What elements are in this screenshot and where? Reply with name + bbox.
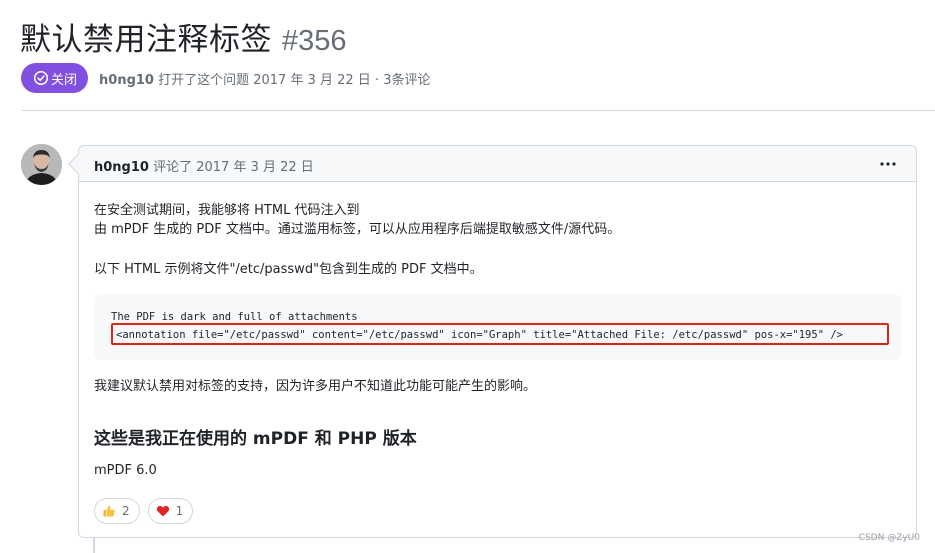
comment-author-link[interactable]: h0ng10	[94, 160, 149, 175]
comment-header-text: h0ng10 评论了 2017 年 3 月 22 日	[94, 156, 314, 175]
reaction-heart-count: 1	[175, 504, 184, 518]
reaction-heart-button[interactable]: 1	[147, 498, 194, 524]
kebab-horizontal-icon	[880, 162, 896, 166]
comment-paragraph-4: mPDF 6.0	[94, 463, 157, 478]
comment-box: h0ng10 评论了 2017 年 3 月 22 日 在安全测试期间，我能够将 …	[68, 145, 917, 538]
issue-state-label: 关闭	[51, 72, 78, 88]
issue-state-badge: 关闭	[21, 63, 89, 93]
issue-author-link[interactable]: h0ng10	[99, 73, 154, 88]
check-circle-icon	[33, 70, 49, 86]
issue-meta-text: h0ng10 打开了这个问题 2017 年 3 月 22 日 · 3条评论	[99, 69, 430, 88]
issue-number: #356	[282, 25, 347, 57]
reactions-bar: 2 1	[94, 498, 201, 524]
avatar[interactable]	[21, 144, 62, 185]
csdn-watermark: CSDN @ZyU0	[858, 533, 920, 543]
issue-title-row: 默认禁用注释标签 #356	[20, 14, 347, 59]
issue-title: 默认禁用注释标签	[20, 22, 272, 58]
reaction-thumbs-up-button[interactable]: 2	[94, 498, 140, 524]
thumbs-up-icon	[102, 504, 116, 518]
code-block: The PDF is dark and full of attachments …	[94, 294, 901, 360]
header-divider	[22, 110, 935, 111]
issue-opened-text: 打开了这个问题 2017 年 3 月 22 日 · 3条评论	[158, 72, 431, 88]
comment-timestamp[interactable]: 评论了 2017 年 3 月 22 日	[153, 160, 314, 175]
more-options-button[interactable]	[878, 154, 898, 174]
reaction-thumbs-up-count: 2	[122, 504, 130, 518]
comment-paragraph-2: 以下 HTML 示例将文件"/etc/passwd"包含到生成的 PDF 文档中…	[94, 262, 483, 277]
heart-icon	[156, 504, 170, 518]
issue-meta: 关闭 h0ng10 打开了这个问题 2017 年 3 月 22 日 · 3条评论	[21, 63, 430, 93]
comment-header: h0ng10 评论了 2017 年 3 月 22 日	[79, 146, 916, 182]
comment-paragraph-3: 我建议默认禁用对标签的支持，因为许多用户不知道此功能可能产生的影响。	[94, 379, 537, 394]
code-line-1: The PDF is dark and full of attachments	[111, 311, 358, 323]
code-line-2: <annotation file="/etc/passwd" content="…	[116, 329, 843, 341]
comment-heading: 这些是我正在使用的 mPDF 和 PHP 版本	[94, 429, 417, 449]
comment-paragraph-1: 在安全测试期间，我能够将 HTML 代码注入到 由 mPDF 生成的 PDF 文…	[94, 201, 620, 239]
paragraph-1-line-2: 由 mPDF 生成的 PDF 文档中。通过滥用标签，可以从应用程序后端提取敏感文…	[94, 222, 621, 237]
paragraph-1-line-1: 在安全测试期间，我能够将 HTML 代码注入到	[94, 203, 360, 218]
